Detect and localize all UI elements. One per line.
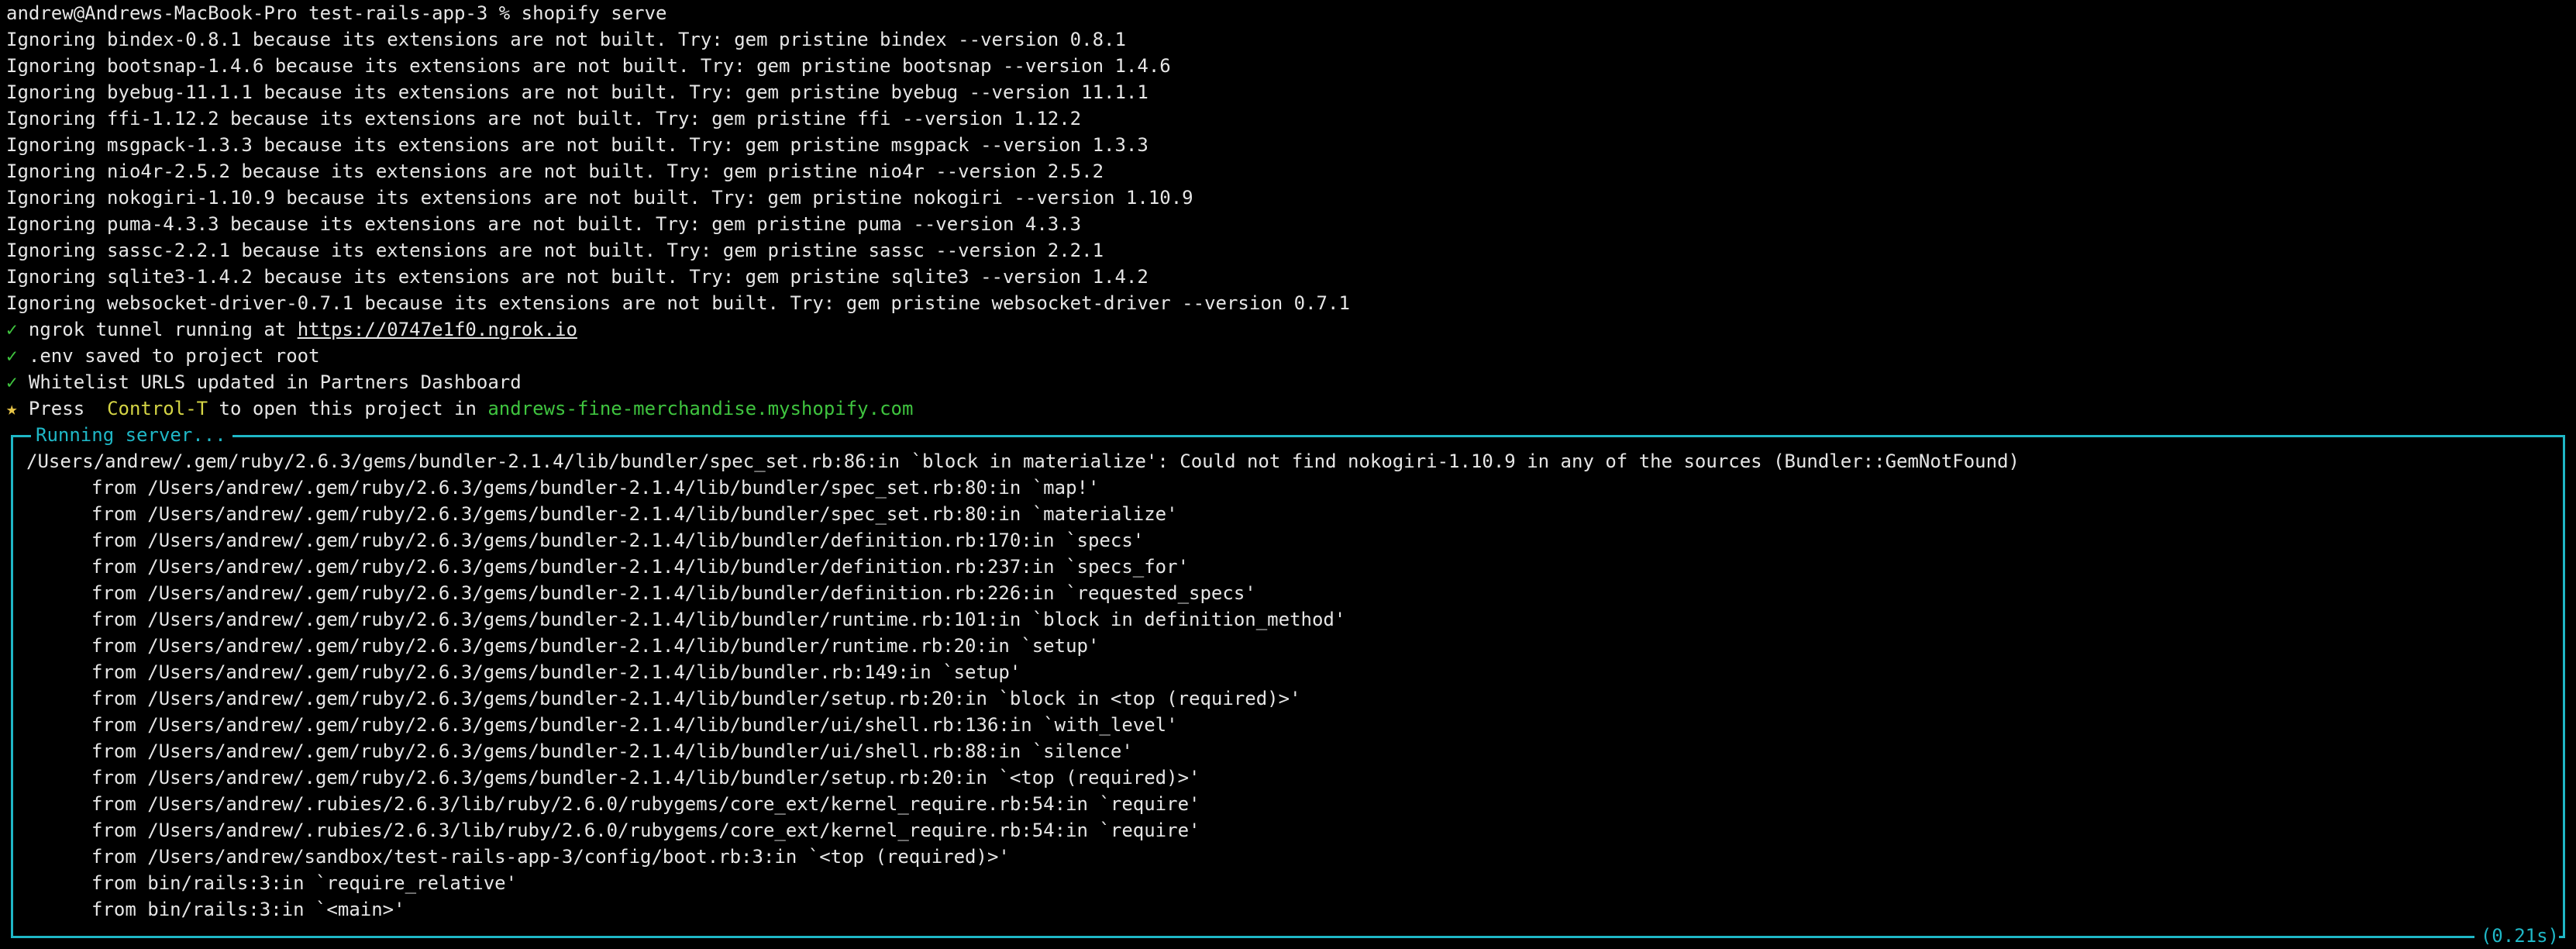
checkmark-icon: ✓: [6, 345, 18, 367]
ngrok-status-line: ✓ ngrok tunnel running at https://0747e1…: [6, 316, 577, 343]
stack-trace-line: from /Users/andrew/.gem/ruby/2.6.3/gems/…: [91, 740, 1133, 762]
press-text: Press: [17, 398, 96, 419]
gem-warning-line: Ignoring websocket-driver-0.7.1 because …: [6, 292, 1350, 314]
checkmark-icon: ✓: [6, 319, 18, 340]
open-project-hint-line: ★ Press Control-T to open this project i…: [6, 395, 913, 422]
stack-trace-line: from /Users/andrew/.gem/ruby/2.6.3/gems/…: [91, 530, 1145, 551]
gem-warning-line: Ignoring nokogiri-1.10.9 because its ext…: [6, 187, 1193, 209]
stack-trace-line: from /Users/andrew/.gem/ruby/2.6.3/gems/…: [91, 503, 1178, 525]
gem-warning-line: Ignoring puma-4.3.3 because its extensio…: [6, 213, 1082, 235]
stack-trace-line: from /Users/andrew/.gem/ruby/2.6.3/gems/…: [91, 477, 1100, 499]
stack-trace-line: from bin/rails:3:in `require_relative': [91, 872, 518, 894]
stack-trace-line: from /Users/andrew/.gem/ruby/2.6.3/gems/…: [91, 688, 1301, 709]
stack-trace-line: from /Users/andrew/.gem/ruby/2.6.3/gems/…: [91, 767, 1200, 789]
stack-trace-line: from /Users/andrew/.gem/ruby/2.6.3/gems/…: [91, 582, 1256, 604]
gem-warning-line: Ignoring bootsnap-1.4.6 because its exte…: [6, 55, 1171, 77]
star-icon: ★: [6, 398, 18, 419]
elapsed-time: (0.21s): [2474, 923, 2559, 949]
gem-warning-line: Ignoring nio4r-2.5.2 because its extensi…: [6, 160, 1104, 182]
gem-warning-line: Ignoring msgpack-1.3.3 because its exten…: [6, 134, 1149, 156]
gem-warning-line: Ignoring sassc-2.2.1 because its extensi…: [6, 240, 1104, 261]
stack-trace-line: from bin/rails:3:in `<main>': [91, 899, 405, 920]
keyboard-shortcut: Control-T: [107, 398, 208, 419]
gem-warning-line: Ignoring sqlite3-1.4.2 because its exten…: [6, 266, 1149, 288]
stack-trace-line: from /Users/andrew/.gem/ruby/2.6.3/gems/…: [91, 635, 1100, 657]
command-prompt: andrew@Andrews-MacBook-Pro test-rails-ap…: [6, 2, 667, 24]
env-status-text: .env saved to project root: [17, 345, 320, 367]
gem-warning-line: Ignoring byebug-11.1.1 because its exten…: [6, 81, 1149, 103]
env-status-line: ✓ .env saved to project root: [6, 343, 320, 369]
whitelist-status-text: Whitelist URLS updated in Partners Dashb…: [17, 371, 522, 393]
stack-trace-line: from /Users/andrew/.rubies/2.6.3/lib/rub…: [91, 820, 1200, 841]
ngrok-url-link[interactable]: https://0747e1f0.ngrok.io: [298, 319, 577, 340]
stack-trace-line: from /Users/andrew/sandbox/test-rails-ap…: [91, 846, 1010, 868]
running-server-title: Running server...: [31, 422, 232, 448]
stack-trace-line: from /Users/andrew/.gem/ruby/2.6.3/gems/…: [91, 661, 1021, 683]
open-project-text: to open this project in: [208, 398, 488, 419]
ngrok-status-text: ngrok tunnel running at: [17, 319, 298, 340]
bundler-error-line: /Users/andrew/.gem/ruby/2.6.3/gems/bundl…: [26, 450, 2020, 472]
stack-trace-line: from /Users/andrew/.gem/ruby/2.6.3/gems/…: [91, 556, 1190, 578]
stack-trace-line: from /Users/andrew/.gem/ruby/2.6.3/gems/…: [91, 714, 1178, 736]
gem-warning-line: Ignoring ffi-1.12.2 because its extensio…: [6, 108, 1082, 129]
shop-domain: andrews-fine-merchandise.myshopify.com: [487, 398, 914, 419]
terminal-window[interactable]: andrew@Andrews-MacBook-Pro test-rails-ap…: [0, 0, 2576, 949]
checkmark-icon: ✓: [6, 371, 18, 393]
stack-trace-line: from /Users/andrew/.rubies/2.6.3/lib/rub…: [91, 793, 1200, 815]
whitelist-status-line: ✓ Whitelist URLS updated in Partners Das…: [6, 369, 522, 395]
stack-trace-line: from /Users/andrew/.gem/ruby/2.6.3/gems/…: [91, 609, 1346, 630]
gem-warning-line: Ignoring bindex-0.8.1 because its extens…: [6, 29, 1126, 50]
